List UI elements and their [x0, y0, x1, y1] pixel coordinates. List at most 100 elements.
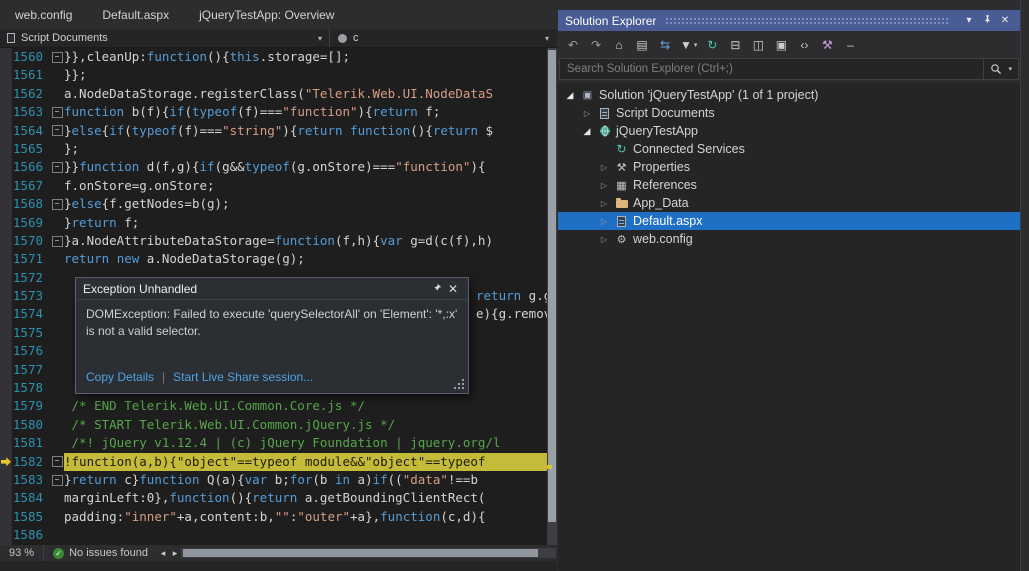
outline-collapse-icon[interactable] — [50, 453, 64, 471]
switch-views-icon: ▤ — [636, 38, 647, 52]
show-all-files-button[interactable]: ◫ — [748, 35, 768, 55]
refresh-icon: ↻ — [707, 38, 717, 52]
close-icon[interactable]: ✕ — [997, 15, 1013, 26]
home-icon: ⌂ — [615, 38, 622, 52]
expander-icon[interactable]: ▷ — [598, 235, 610, 244]
home-button[interactable]: ⌂ — [609, 35, 629, 55]
editor-tab[interactable]: web.config — [0, 0, 87, 29]
scroll-right-icon[interactable]: ▸ — [169, 548, 181, 559]
search-box[interactable]: Search Solution Explorer (Ctrl+;) ▾ — [559, 58, 1019, 80]
outline-margin — [50, 434, 64, 452]
exception-popup: Exception Unhandled ✕ DOMException: Fail… — [75, 277, 469, 394]
search-icons[interactable]: ▾ — [983, 59, 1018, 79]
expander-icon[interactable]: ▷ — [598, 217, 610, 226]
glyph-margin — [0, 140, 12, 158]
web-project-icon — [597, 125, 612, 137]
forward-button[interactable]: ↷ — [586, 35, 606, 55]
glyph-margin — [0, 471, 12, 489]
switch-views-button[interactable]: ▤ — [632, 35, 652, 55]
editor-tab[interactable]: jQueryTestApp: Overview — [184, 0, 349, 29]
back-icon: ↶ — [568, 38, 578, 52]
line-number: 1572 — [12, 269, 50, 287]
line-number: 1583 — [12, 471, 50, 489]
sync-with-active-document-button[interactable]: ⇆ — [655, 35, 675, 55]
back-button[interactable]: ↶ — [563, 35, 583, 55]
panel-title: Solution Explorer — [565, 14, 656, 28]
right-edge-strip — [1020, 0, 1029, 571]
outline-collapse-icon[interactable] — [50, 122, 64, 140]
document-health-indicator[interactable]: ✓ No issues found — [44, 547, 157, 559]
tree-item[interactable]: ▷ Script Documents — [558, 104, 1020, 122]
pin-icon[interactable] — [429, 282, 445, 296]
pin-icon[interactable] — [979, 14, 995, 27]
code-line: 1563function b(f){if(typeof(f)==="functi… — [0, 103, 547, 121]
scrollbar-thumb[interactable] — [548, 50, 556, 522]
refresh-button[interactable]: ↻ — [702, 35, 722, 55]
search-input[interactable]: Search Solution Explorer (Ctrl+;) — [560, 59, 983, 79]
outline-collapse-icon[interactable] — [50, 471, 64, 489]
collapse-pane-icon: ‒ — [847, 38, 854, 52]
expander-icon[interactable]: ▷ — [598, 163, 610, 172]
outline-collapse-icon[interactable] — [50, 158, 64, 176]
tree-item[interactable]: ▷▦References — [558, 176, 1020, 194]
outline-collapse-icon[interactable] — [50, 103, 64, 121]
line-number: 1566 — [12, 158, 50, 176]
outline-collapse-icon[interactable] — [50, 232, 64, 250]
editor-vertical-scrollbar[interactable] — [547, 48, 557, 545]
scroll-left-icon[interactable]: ◂ — [157, 548, 169, 559]
window-position-icon[interactable]: ▾ — [961, 15, 977, 26]
close-icon[interactable]: ✕ — [445, 282, 461, 296]
expander-icon[interactable]: ▷ — [598, 181, 610, 190]
tree-item[interactable]: ▷⚙web.config — [558, 230, 1020, 248]
zoom-control[interactable]: 93 % — [0, 545, 44, 561]
live-share-link[interactable]: Start Live Share session... — [173, 370, 313, 384]
tree-item[interactable]: ▷Default.aspx — [558, 212, 1020, 230]
member-dropdown[interactable]: c ▾ — [330, 29, 557, 47]
copy-details-link[interactable]: Copy Details — [86, 370, 154, 384]
outline-margin — [50, 397, 64, 415]
outline-margin — [50, 66, 64, 84]
horizontal-scrollbar[interactable]: ◂ ▸ — [157, 545, 557, 561]
solution-explorer-header[interactable]: Solution Explorer ▾ ✕ — [558, 10, 1020, 31]
expander-icon[interactable]: ◢ — [581, 126, 593, 137]
tab-bar: web.configDefault.aspxjQueryTestApp: Ove… — [0, 0, 557, 29]
tree-item[interactable]: ◢jQueryTestApp — [558, 122, 1020, 140]
code-line: 1567f.onStore=g.onStore; — [0, 177, 547, 195]
glyph-margin — [0, 342, 12, 360]
outline-collapse-icon[interactable] — [50, 48, 64, 66]
solution-icon: ▣ — [580, 90, 595, 101]
outline-collapse-icon[interactable] — [50, 195, 64, 213]
code-text: f.onStore=g.onStore; — [64, 177, 547, 195]
glyph-margin — [0, 453, 12, 471]
tree-item-label: Script Documents — [616, 106, 715, 120]
solution-explorer-toolbar: ↶ ↷ ⌂ ▤ ⇆▼▾ ↻ ⊟◫▣‹›⚒ ‒ — [558, 31, 1020, 58]
code-line: 1569}return f; — [0, 214, 547, 232]
chevron-down-icon: ▾ — [318, 34, 322, 43]
properties-button[interactable]: ⚒ — [817, 35, 837, 55]
script-document-icon — [7, 33, 15, 43]
tree-item[interactable]: ▷⚒Properties — [558, 158, 1020, 176]
expander-icon[interactable]: ▷ — [598, 199, 610, 208]
scrollbar-track[interactable] — [181, 548, 546, 558]
scrollbar-thumb[interactable] — [183, 549, 538, 557]
editor-tab[interactable]: Default.aspx — [87, 0, 184, 29]
line-number: 1562 — [12, 85, 50, 103]
tree-item[interactable]: ↻Connected Services — [558, 140, 1020, 158]
collapse-all-button[interactable]: ⊟ — [725, 35, 745, 55]
glyph-margin — [0, 324, 12, 342]
properties-window-button[interactable]: ▣ — [771, 35, 791, 55]
collapse-pane-button[interactable]: ‒ — [840, 35, 860, 55]
pending-changes-filter-button[interactable]: ▼▾ — [678, 35, 699, 55]
tree-item[interactable]: ◢▣Solution 'jQueryTestApp' (1 of 1 proje… — [558, 86, 1020, 104]
resize-grip-icon[interactable] — [462, 387, 464, 389]
health-status-label: No issues found — [69, 547, 148, 559]
link-divider: | — [162, 370, 165, 384]
line-number: 1575 — [12, 324, 50, 342]
view-code-button[interactable]: ‹› — [794, 35, 814, 55]
expander-icon[interactable]: ◢ — [564, 90, 576, 101]
tree-item[interactable]: ▷App_Data — [558, 194, 1020, 212]
line-number: 1563 — [12, 103, 50, 121]
glyph-margin — [0, 287, 12, 305]
document-dropdown[interactable]: Script Documents ▾ — [0, 29, 330, 47]
expander-icon[interactable]: ▷ — [581, 109, 593, 118]
